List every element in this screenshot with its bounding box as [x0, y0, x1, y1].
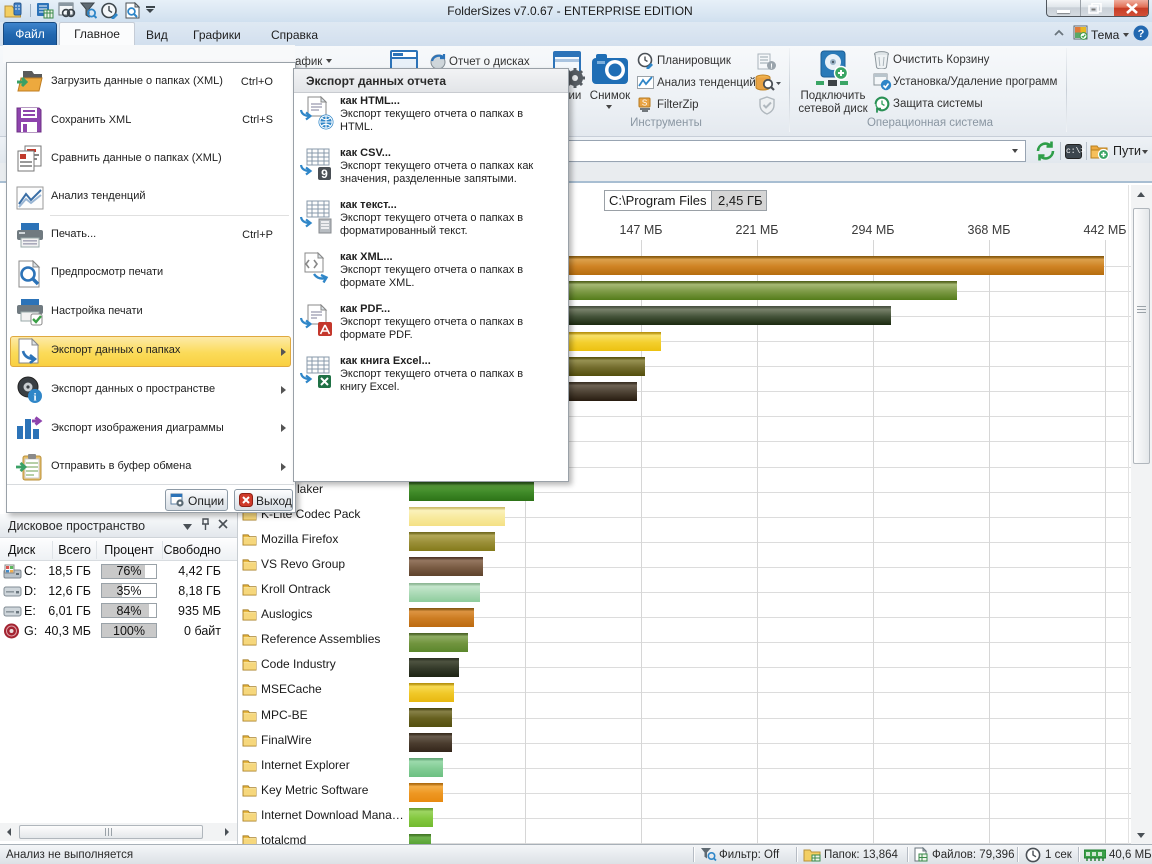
svg-text:i: i	[33, 392, 36, 404]
svg-text:9: 9	[321, 167, 328, 181]
svg-text:S: S	[642, 99, 647, 108]
svg-text:!: !	[770, 62, 773, 71]
svg-text:?: ?	[1138, 28, 1145, 40]
